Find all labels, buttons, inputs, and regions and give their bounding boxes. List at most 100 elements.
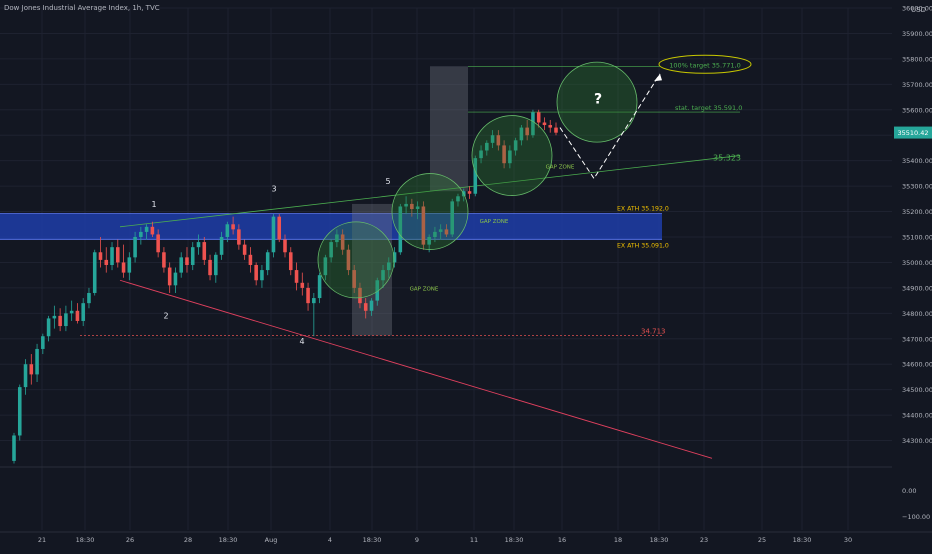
candle-body <box>29 364 34 375</box>
candle-body <box>190 247 195 265</box>
osc-tick-label: 0.00 <box>902 487 916 495</box>
candle-body <box>312 298 316 304</box>
candle-body <box>173 272 178 286</box>
candle-body <box>150 226 155 235</box>
time-tick-label: 26 <box>126 536 134 544</box>
wave-label-4: 4 <box>299 337 304 346</box>
candle-body <box>260 270 264 281</box>
price-tick-label: 35900.00 <box>902 30 932 38</box>
candle-body <box>300 282 305 288</box>
time-tick-label: 11 <box>470 536 478 544</box>
time-tick-label: 4 <box>328 536 332 544</box>
price-tick-label: 35700.00 <box>902 81 932 89</box>
candle-body <box>294 270 299 283</box>
candle-body <box>104 259 109 265</box>
price-tick-label: 35100.00 <box>902 234 932 242</box>
candle-body <box>139 231 143 237</box>
candle-body <box>133 237 137 258</box>
candle-body <box>208 259 212 276</box>
price-tick-label: 34800.00 <box>902 310 932 318</box>
candle-body <box>35 348 39 375</box>
gap-zone-label-band: GAP ZONE <box>480 219 509 225</box>
candle-body <box>144 226 149 232</box>
candle-body <box>254 264 258 281</box>
price-chart[interactable]: 34300.0034400.0034500.0034600.0034700.00… <box>0 0 932 550</box>
candle-body <box>121 262 126 273</box>
candle-body <box>196 242 201 248</box>
price-tick-label: 34600.00 <box>902 361 932 369</box>
candle-body <box>283 239 287 253</box>
support-level-label: 34.713 <box>641 327 666 335</box>
price-tick-label: 35000.00 <box>902 259 932 267</box>
time-tick-label: 30 <box>844 536 852 544</box>
candle-body <box>231 224 235 230</box>
price-tick-label: 35800.00 <box>902 55 932 63</box>
candle-body <box>64 313 68 327</box>
price-tick-label: 35400.00 <box>902 157 932 165</box>
time-tick-label: 21 <box>38 536 46 544</box>
price-tick-label: 35300.00 <box>902 183 932 191</box>
time-tick-label: 9 <box>415 536 419 544</box>
target-stat-label: stat. target 35.591,0 <box>675 104 742 112</box>
price-tick-label: 34700.00 <box>902 335 932 343</box>
candle-body <box>69 310 74 314</box>
wave-label-3: 3 <box>271 185 276 194</box>
trend-level-label: 35.323 <box>713 154 741 163</box>
candle-body <box>87 292 91 304</box>
time-tick-label: 18:30 <box>650 536 669 544</box>
price-tick-label: 34400.00 <box>902 412 932 420</box>
time-tick-label: 18:30 <box>793 536 812 544</box>
current-price-label: 35510.42 <box>897 129 928 137</box>
candle-body <box>162 252 166 268</box>
candle-body <box>127 257 132 273</box>
candle-body <box>41 336 45 349</box>
gap-zone-label-low: GAP ZONE <box>410 286 439 292</box>
price-tick-label: 34900.00 <box>902 284 932 292</box>
currency-label: USD <box>911 6 926 14</box>
wave-label-5: 5 <box>385 177 390 186</box>
ath-lower-label: EX ATH 35.091,0 <box>617 242 669 249</box>
wave-label-2: 2 <box>163 311 168 320</box>
gap-zone-label-high: GAP ZONE <box>546 164 575 170</box>
price-tick-label: 35200.00 <box>902 208 932 216</box>
candle-body <box>265 252 270 271</box>
time-tick-label: 18 <box>614 536 622 544</box>
price-tick-label: 34500.00 <box>902 386 932 394</box>
candle-body <box>536 112 541 123</box>
chart-area[interactable]: 34300.00 34400.00 34500.00 34600.00 34700.00… <box>0 0 932 550</box>
gap-rect-2 <box>430 66 468 192</box>
time-tick-label: 18:30 <box>219 536 238 544</box>
candle-body <box>271 216 276 253</box>
candle-body <box>46 318 51 337</box>
time-tick-label: 18:30 <box>363 536 382 544</box>
candle-body <box>75 310 80 321</box>
gap-circle-3 <box>471 115 553 196</box>
candle-body <box>58 315 62 327</box>
candle-body <box>363 303 368 311</box>
time-tick-label: 28 <box>184 536 192 544</box>
candle-body <box>17 387 22 436</box>
target-100-label: 100% target 35.771,0 <box>669 61 740 69</box>
candle-body <box>237 229 241 245</box>
candle-body <box>317 275 322 299</box>
time-tick-label: 18:30 <box>76 536 95 544</box>
price-tick-label: 35600.00 <box>902 106 932 114</box>
candle-body <box>277 216 282 240</box>
candle-body <box>369 300 374 311</box>
candle-body <box>548 125 553 128</box>
gap-circle-2 <box>391 173 469 250</box>
candle-body <box>248 254 253 265</box>
candle-body <box>115 247 120 263</box>
candle-body <box>242 244 247 255</box>
candle-body <box>167 267 172 286</box>
candle-body <box>12 435 16 461</box>
price-tick-label: 34300.00 <box>902 437 932 445</box>
candle-body <box>202 242 207 260</box>
candle-body <box>81 303 85 321</box>
time-tick-label: Aug <box>265 536 278 544</box>
candle-body <box>554 127 558 133</box>
candle-body <box>179 257 184 273</box>
candle-body <box>542 122 547 126</box>
candle-body <box>52 315 57 319</box>
candle-body <box>110 247 114 265</box>
